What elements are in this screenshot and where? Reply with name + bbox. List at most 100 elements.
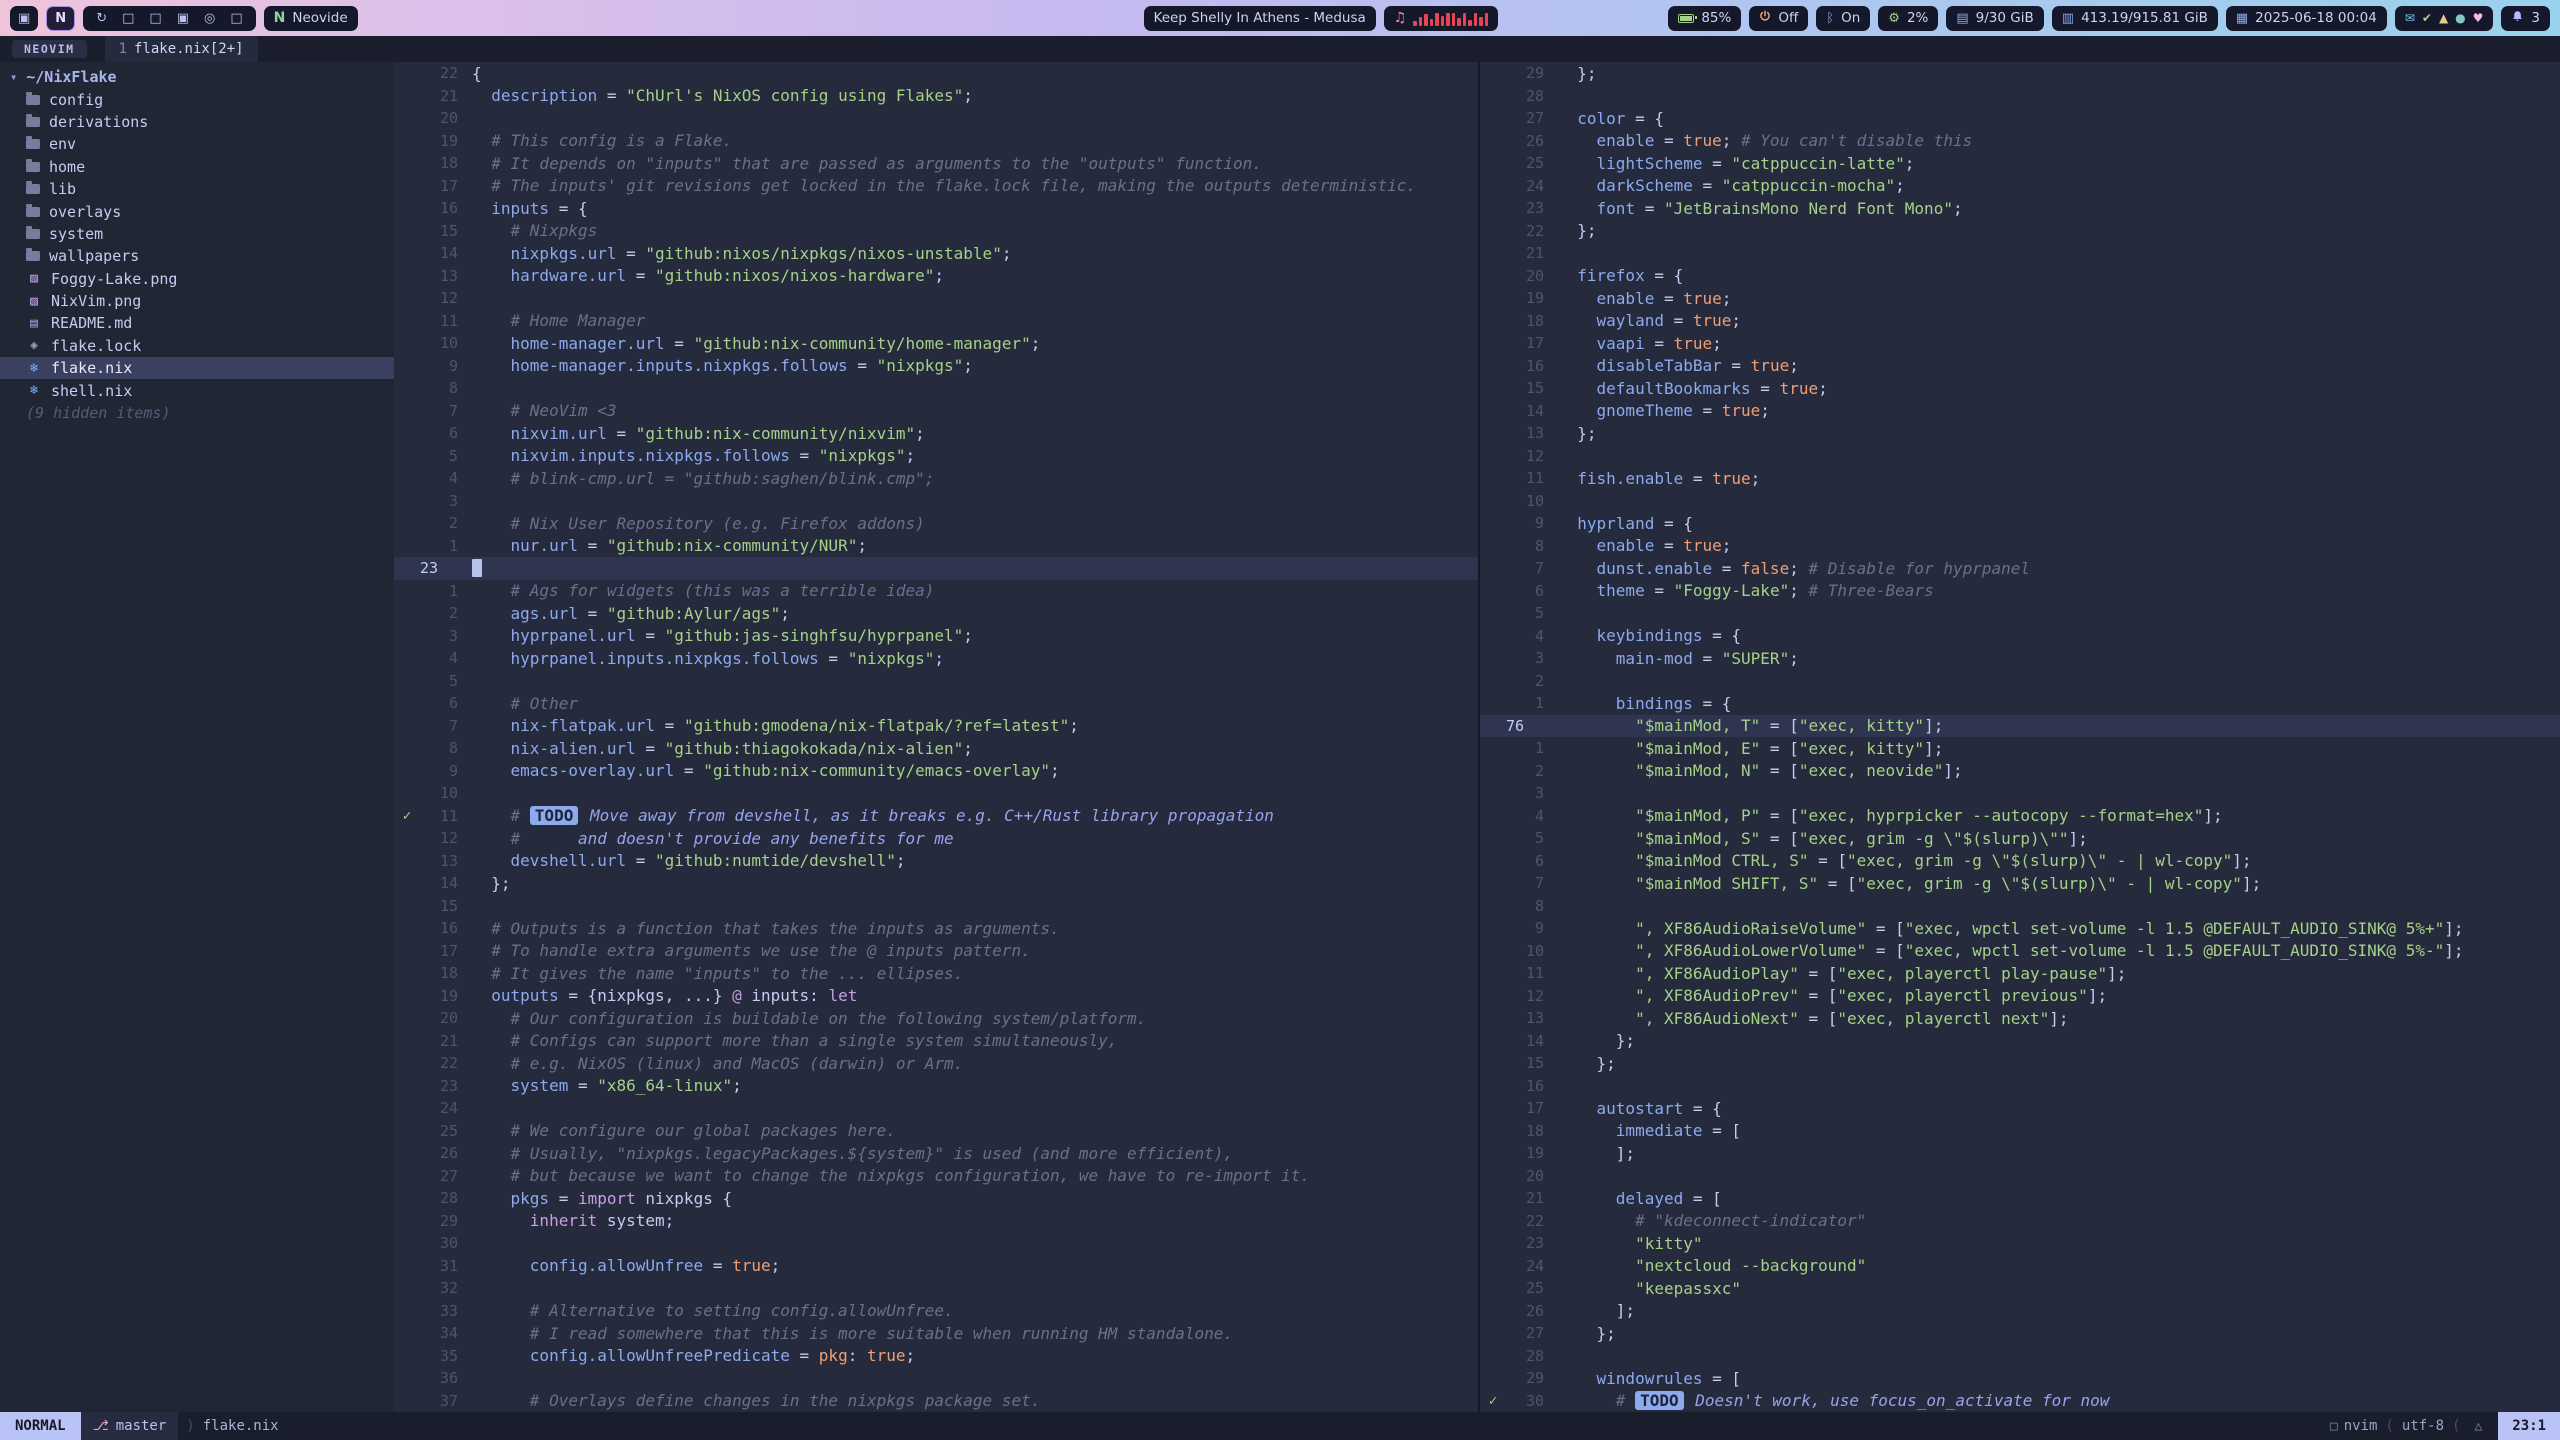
- code-line[interactable]: 5: [394, 670, 1478, 693]
- code-line[interactable]: 16 # Outputs is a function that takes th…: [394, 917, 1478, 940]
- workspace-icon-7[interactable]: ◎: [204, 11, 215, 26]
- code-line[interactable]: 17 vaapi = true;: [1480, 332, 2560, 355]
- tree-item-nixvim.png[interactable]: ▨NixVim.png: [0, 290, 394, 312]
- code-line[interactable]: 31 config.allowUnfree = true;: [394, 1255, 1478, 1278]
- code-line[interactable]: 4 # blink-cmp.url = "github:saghen/blink…: [394, 467, 1478, 490]
- code-line[interactable]: 28: [1480, 1345, 2560, 1368]
- tree-item-readme.md[interactable]: ▤README.md: [0, 312, 394, 334]
- bluetooth-widget[interactable]: ᛒ On: [1816, 6, 1870, 31]
- battery-widget[interactable]: 85%: [1668, 6, 1741, 31]
- code-line[interactable]: 20 # Our configuration is buildable on t…: [394, 1007, 1478, 1030]
- code-line[interactable]: 24: [394, 1097, 1478, 1120]
- code-line[interactable]: 10 home-manager.url = "github:nix-commun…: [394, 332, 1478, 355]
- code-line[interactable]: 2 ags.url = "github:Aylur/ags";: [394, 602, 1478, 625]
- tree-item-lib[interactable]: lib: [0, 178, 394, 200]
- code-line[interactable]: 26 enable = true; # You can't disable th…: [1480, 130, 2560, 153]
- workspace-icon-5[interactable]: □: [149, 11, 161, 26]
- code-line[interactable]: 5 "$mainMod, S" = ["exec, grim -g \"$(sl…: [1480, 827, 2560, 850]
- tree-item-foggy-lake.png[interactable]: ▨Foggy-Lake.png: [0, 268, 394, 290]
- code-line[interactable]: 18 immediate = [: [1480, 1120, 2560, 1143]
- code-line[interactable]: 7 # NeoVim <3: [394, 400, 1478, 423]
- tree-item-env[interactable]: env: [0, 133, 394, 155]
- code-line[interactable]: 2 "$mainMod, N" = ["exec, neovide"];: [1480, 760, 2560, 783]
- code-line[interactable]: 25 # We configure our global packages he…: [394, 1120, 1478, 1143]
- code-line[interactable]: 4 hyprpanel.inputs.nixpkgs.follows = "ni…: [394, 647, 1478, 670]
- check-icon[interactable]: ✔: [2422, 11, 2432, 25]
- code-line[interactable]: 19 outputs = {nixpkgs, ...} @ inputs: le…: [394, 985, 1478, 1008]
- code-line[interactable]: 29 };: [1480, 62, 2560, 85]
- code-line[interactable]: 26 # Usually, "nixpkgs.legacyPackages.${…: [394, 1142, 1478, 1165]
- code-line[interactable]: 3 main-mod = "SUPER";: [1480, 647, 2560, 670]
- code-line[interactable]: 13 };: [1480, 422, 2560, 445]
- code-line[interactable]: 11 # Home Manager: [394, 310, 1478, 333]
- workspace-icon-4[interactable]: □: [122, 11, 134, 26]
- code-line[interactable]: 20: [394, 107, 1478, 130]
- tree-item-flake.nix[interactable]: ❄flake.nix: [0, 357, 394, 379]
- heart-icon[interactable]: ♥: [2473, 11, 2484, 25]
- code-line[interactable]: 27 color = {: [1480, 107, 2560, 130]
- tree-item-shell.nix[interactable]: ❄shell.nix: [0, 379, 394, 401]
- code-line[interactable]: 21: [1480, 242, 2560, 265]
- code-line[interactable]: 15: [394, 895, 1478, 918]
- code-line[interactable]: 10: [394, 782, 1478, 805]
- code-line[interactable]: 15 # Nixpkgs: [394, 220, 1478, 243]
- code-line[interactable]: 13 hardware.url = "github:nixos/nixos-ha…: [394, 265, 1478, 288]
- window-title[interactable]: N Neovide: [264, 6, 358, 31]
- code-line[interactable]: 18 # It gives the name "inputs" to the .…: [394, 962, 1478, 985]
- code-line[interactable]: 28 pkgs = import nixpkgs {: [394, 1187, 1478, 1210]
- code-line[interactable]: 34 # I read somewhere that this is more …: [394, 1322, 1478, 1345]
- code-line[interactable]: 22 # e.g. NixOS (linux) and MacOS (darwi…: [394, 1052, 1478, 1075]
- code-line[interactable]: 2 # Nix User Repository (e.g. Firefox ad…: [394, 512, 1478, 535]
- code-line[interactable]: 35 config.allowUnfreePredicate = pkg: tr…: [394, 1345, 1478, 1368]
- code-line[interactable]: 12: [394, 287, 1478, 310]
- code-line[interactable]: 37 # Overlays define changes in the nixp…: [394, 1390, 1478, 1413]
- network-icon[interactable]: ●: [2455, 11, 2465, 25]
- code-line[interactable]: 17 autostart = {: [1480, 1097, 2560, 1120]
- code-line[interactable]: 21 description = "ChUrl's NixOS config u…: [394, 85, 1478, 108]
- code-line[interactable]: 14 };: [1480, 1030, 2560, 1053]
- code-line[interactable]: 9 emacs-overlay.url = "github:nix-commun…: [394, 760, 1478, 783]
- workspace-icon-2[interactable]: N: [46, 6, 75, 31]
- code-line[interactable]: 2: [1480, 670, 2560, 693]
- code-line[interactable]: 4 keybindings = {: [1480, 625, 2560, 648]
- code-line[interactable]: 17 # To handle extra arguments we use th…: [394, 940, 1478, 963]
- code-line[interactable]: 1 "$mainMod, E" = ["exec, kitty"];: [1480, 737, 2560, 760]
- code-line[interactable]: 23 "kitty": [1480, 1232, 2560, 1255]
- disk-widget[interactable]: ▥ 413.19/915.81 GiB: [2052, 6, 2218, 31]
- code-line[interactable]: 19 # This config is a Flake.: [394, 130, 1478, 153]
- git-branch[interactable]: ⎇ master: [81, 1412, 179, 1440]
- clock-widget[interactable]: ▦ 2025-06-18 00:04: [2226, 6, 2387, 31]
- code-line[interactable]: 10: [1480, 490, 2560, 513]
- tree-item-overlays[interactable]: overlays: [0, 200, 394, 222]
- workspace-icon-6[interactable]: ▣: [177, 11, 189, 26]
- power-widget[interactable]: Off: [1749, 6, 1808, 31]
- tree-item-system[interactable]: system: [0, 223, 394, 245]
- code-line[interactable]: ✓11 # TODO Move away from devshell, as i…: [394, 805, 1478, 828]
- code-line[interactable]: 20: [1480, 1165, 2560, 1188]
- code-line[interactable]: 3: [394, 490, 1478, 513]
- memory-widget[interactable]: ▤ 9/30 GiB: [1946, 6, 2043, 31]
- code-line[interactable]: 6 nixvim.url = "github:nix-community/nix…: [394, 422, 1478, 445]
- code-line[interactable]: 7 nix-flatpak.url = "github:gmodena/nix-…: [394, 715, 1478, 738]
- code-line[interactable]: 29 windowrules = [: [1480, 1367, 2560, 1390]
- code-line[interactable]: 16: [1480, 1075, 2560, 1098]
- code-line[interactable]: 14 nixpkgs.url = "github:nixos/nixpkgs/n…: [394, 242, 1478, 265]
- code-line[interactable]: 13 devshell.url = "github:numtide/devshe…: [394, 850, 1478, 873]
- code-line[interactable]: 23: [394, 557, 1478, 580]
- code-line[interactable]: 14 };: [394, 872, 1478, 895]
- tree-item-home[interactable]: home: [0, 156, 394, 178]
- code-line[interactable]: 19 enable = true;: [1480, 287, 2560, 310]
- code-line[interactable]: 27 };: [1480, 1322, 2560, 1345]
- code-line[interactable]: 12 # and doesn't provide any benefits fo…: [394, 827, 1478, 850]
- code-line[interactable]: 18 wayland = true;: [1480, 310, 2560, 333]
- code-line[interactable]: 28: [1480, 85, 2560, 108]
- code-line[interactable]: 4 "$mainMod, P" = ["exec, hyprpicker --a…: [1480, 805, 2560, 828]
- mail-icon[interactable]: ✉: [2405, 11, 2415, 25]
- code-line[interactable]: 25 lightScheme = "catppuccin-latte";: [1480, 152, 2560, 175]
- tray-widget[interactable]: ✉✔▲●♥: [2395, 6, 2494, 31]
- audio-visualizer[interactable]: ♫: [1384, 6, 1499, 31]
- code-line[interactable]: 23 system = "x86_64-linux";: [394, 1075, 1478, 1098]
- code-line[interactable]: 22 # "kdeconnect-indicator": [1480, 1210, 2560, 1233]
- workspace-icon-8[interactable]: □: [230, 11, 242, 26]
- tree-item-flake.lock[interactable]: ◈flake.lock: [0, 335, 394, 357]
